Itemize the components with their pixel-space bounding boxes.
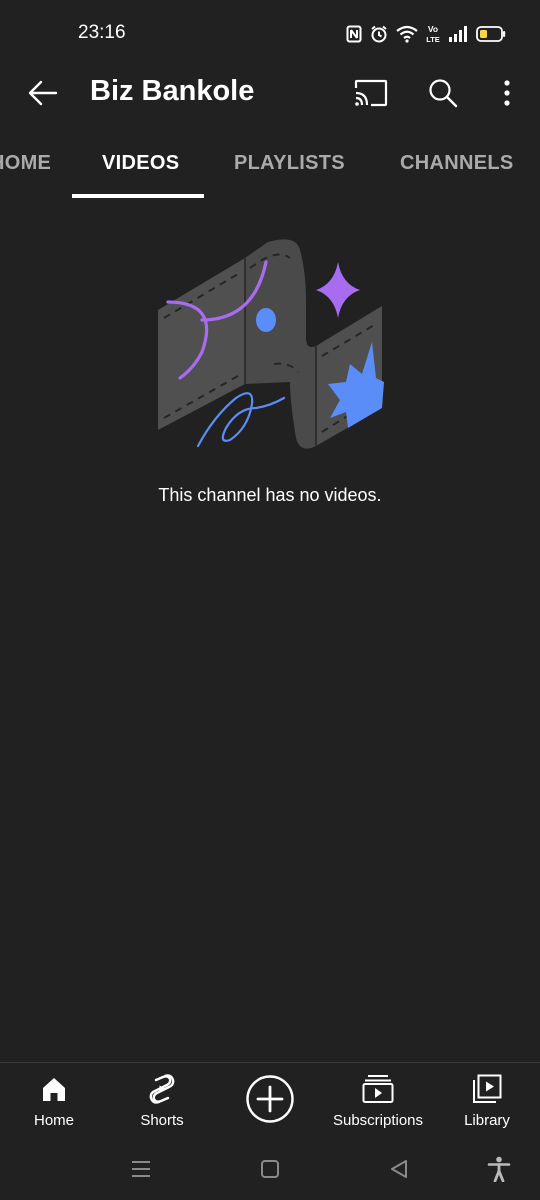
- back-button[interactable]: [22, 72, 64, 114]
- nav-home[interactable]: Home: [24, 1063, 84, 1141]
- nav-library[interactable]: Library: [456, 1063, 518, 1141]
- recent-apps-button[interactable]: [126, 1154, 156, 1184]
- more-options-button[interactable]: [486, 72, 528, 114]
- status-bar: 23:16 Vo LTE: [0, 0, 540, 66]
- screen: 23:16 Vo LTE Biz Bankole OME VIDEOS PLAY…: [0, 0, 540, 1200]
- app-bar: Biz Bankole: [0, 66, 540, 120]
- channel-title: Biz Bankole: [90, 75, 255, 107]
- cast-icon: [354, 79, 388, 107]
- nav-create[interactable]: [242, 1063, 298, 1141]
- nfc-icon: [346, 25, 362, 43]
- nav-shorts-label: Shorts: [140, 1112, 184, 1129]
- library-icon: [471, 1073, 503, 1105]
- nav-shorts[interactable]: Shorts: [130, 1063, 194, 1141]
- menu-icon: [132, 1161, 150, 1177]
- bottom-navigation: Home Shorts Subscriptions Library: [0, 1062, 540, 1140]
- nav-subscriptions-label: Subscriptions: [332, 1112, 424, 1129]
- signal-icon: [448, 26, 468, 42]
- battery-icon: [476, 26, 506, 42]
- empty-videos-illustration: [158, 239, 384, 449]
- shorts-icon: [146, 1073, 178, 1105]
- empty-state-message: This channel has no videos.: [158, 485, 382, 505]
- cast-button[interactable]: [350, 72, 392, 114]
- volte-text: Vo: [428, 24, 438, 34]
- system-back-button[interactable]: [384, 1154, 414, 1184]
- system-home-button[interactable]: [255, 1154, 285, 1184]
- create-icon: [244, 1073, 296, 1125]
- alarm-icon: [370, 25, 388, 43]
- volte-icon: Vo LTE: [426, 24, 440, 44]
- home-icon: [38, 1073, 70, 1105]
- status-icons: Vo LTE: [346, 22, 506, 46]
- subscriptions-icon: [362, 1073, 394, 1105]
- svg-text:LTE: LTE: [426, 35, 440, 44]
- accessibility-icon: [487, 1156, 511, 1182]
- tab-playlists[interactable]: PLAYLISTS: [234, 152, 345, 175]
- nav-subscriptions[interactable]: Subscriptions: [328, 1063, 428, 1141]
- search-icon: [429, 79, 458, 108]
- status-time: 23:16: [78, 22, 126, 43]
- active-tab-indicator: [72, 194, 204, 198]
- wifi-icon: [396, 25, 418, 43]
- tab-channels[interactable]: CHANNELS: [400, 152, 514, 175]
- back-triangle-icon: [391, 1160, 407, 1178]
- more-vert-icon: [504, 80, 510, 106]
- tab-videos[interactable]: VIDEOS: [102, 152, 179, 175]
- nav-home-label: Home: [33, 1112, 74, 1129]
- nav-library-label: Library: [464, 1112, 510, 1129]
- home-square-icon: [261, 1160, 279, 1178]
- tab-home[interactable]: HOME: [0, 152, 51, 175]
- channel-tabs: HOME VIDEOS PLAYLISTS CHANNELS: [0, 130, 540, 198]
- search-button[interactable]: [422, 72, 464, 114]
- back-arrow-icon: [28, 80, 58, 106]
- system-navigation-bar: [0, 1140, 540, 1200]
- accessibility-button[interactable]: [484, 1154, 514, 1184]
